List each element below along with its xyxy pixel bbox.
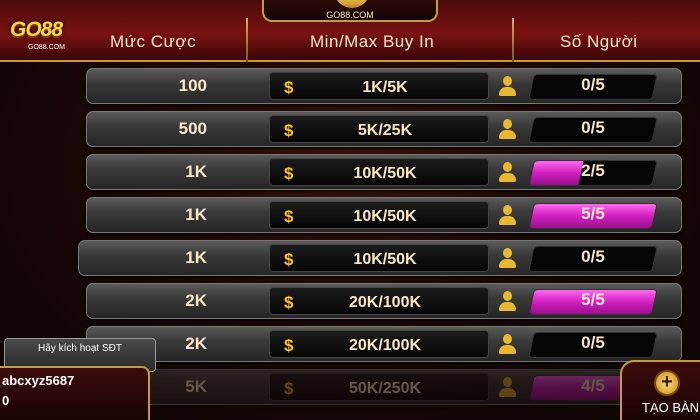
buyin-box: $10K/50K bbox=[269, 244, 489, 272]
header-players: Số Người bbox=[560, 32, 638, 51]
account-panel: abcxyz5687 0 bbox=[0, 366, 150, 420]
player-count: 0/5 bbox=[581, 247, 605, 266]
coin-dome-icon bbox=[334, 0, 370, 8]
table-row[interactable]: 2K $20K/100K 0/5 bbox=[86, 326, 682, 362]
player-count: 0/5 bbox=[581, 75, 605, 94]
buyin-range: 1K/5K bbox=[362, 79, 408, 96]
plus-icon: + bbox=[654, 370, 680, 396]
buyin-box: $1K/5K bbox=[269, 72, 489, 100]
bet-level: 500 bbox=[178, 119, 207, 138]
dollar-icon: $ bbox=[284, 250, 294, 269]
buyin-box: $50K/250K bbox=[269, 373, 489, 401]
player-count: 5/5 bbox=[581, 204, 605, 223]
brand-logo-sub: GO88.COM bbox=[28, 44, 65, 51]
table-row[interactable]: 1K $10K/50K 0/5 bbox=[78, 240, 682, 276]
buyin-range: 20K/100K bbox=[348, 337, 422, 354]
buyin-range: 10K/50K bbox=[353, 251, 417, 268]
player-icon bbox=[498, 162, 516, 184]
dollar-icon: $ bbox=[284, 336, 294, 355]
player-count: 0/5 bbox=[581, 118, 605, 137]
table-row[interactable]: 500 $5K/25K 0/5 bbox=[86, 111, 682, 147]
buyin-range: 10K/50K bbox=[353, 208, 417, 225]
table-row[interactable]: 1K $10K/50K 5/5 bbox=[86, 197, 682, 233]
brand-logo[interactable]: GO88 GO88.COM bbox=[6, 8, 84, 58]
header-bet-level: Mức Cược bbox=[110, 32, 197, 51]
top-logo-sub: GO88.COM bbox=[326, 10, 374, 20]
buyin-range: 20K/100K bbox=[348, 294, 422, 311]
username: abcxyz5687 bbox=[2, 373, 75, 388]
create-table-button[interactable]: + TẠO BÀN bbox=[620, 360, 700, 420]
bet-level: 1K bbox=[185, 205, 207, 224]
header-divider bbox=[246, 18, 248, 62]
table-row[interactable]: 100 $1K/5K 0/5 bbox=[86, 68, 682, 104]
header-divider bbox=[512, 18, 514, 62]
table-row[interactable]: 2K $20K/100K 5/5 bbox=[86, 283, 682, 319]
activate-phone-label: Hãy kích hoạt SĐT bbox=[38, 343, 122, 354]
dollar-icon: $ bbox=[284, 293, 294, 312]
player-count: 0/5 bbox=[581, 333, 605, 352]
player-count: 2/5 bbox=[581, 161, 605, 180]
buyin-range: 50K/250K bbox=[348, 380, 422, 397]
bet-level: 1K bbox=[185, 248, 207, 267]
bet-level: 2K bbox=[185, 291, 207, 310]
create-table-label: TẠO BÀN bbox=[642, 400, 700, 415]
player-icon bbox=[498, 119, 516, 141]
dollar-icon: $ bbox=[284, 164, 294, 183]
bet-level: 100 bbox=[178, 76, 207, 95]
player-icon bbox=[498, 291, 516, 313]
buyin-range: 5K/25K bbox=[357, 122, 413, 139]
bet-level: 1K bbox=[185, 162, 207, 181]
buyin-box: $10K/50K bbox=[269, 158, 489, 186]
dollar-icon: $ bbox=[284, 207, 294, 226]
header-buyin: Min/Max Buy In bbox=[310, 32, 435, 51]
table-row[interactable]: 5K $50K/250K 4/5 bbox=[86, 369, 682, 405]
player-icon bbox=[498, 377, 516, 399]
player-icon bbox=[498, 205, 516, 227]
buyin-box: $10K/50K bbox=[269, 201, 489, 229]
player-icon bbox=[498, 334, 516, 356]
brand-logo-text: GO88 bbox=[10, 18, 63, 41]
dollar-icon: $ bbox=[284, 121, 294, 140]
buyin-range: 10K/50K bbox=[353, 165, 417, 182]
player-icon bbox=[498, 76, 516, 98]
buyin-box: $20K/100K bbox=[269, 287, 489, 315]
dollar-icon: $ bbox=[284, 379, 294, 398]
top-logo: GO88.COM bbox=[262, 0, 438, 22]
player-count: 5/5 bbox=[581, 290, 605, 309]
table-row[interactable]: 1K $10K/50K 2/5 bbox=[86, 154, 682, 190]
buyin-box: $5K/25K bbox=[269, 115, 489, 143]
buyin-box: $20K/100K bbox=[269, 330, 489, 358]
dollar-icon: $ bbox=[284, 78, 294, 97]
balance: 0 bbox=[2, 393, 10, 408]
player-icon bbox=[498, 248, 516, 270]
